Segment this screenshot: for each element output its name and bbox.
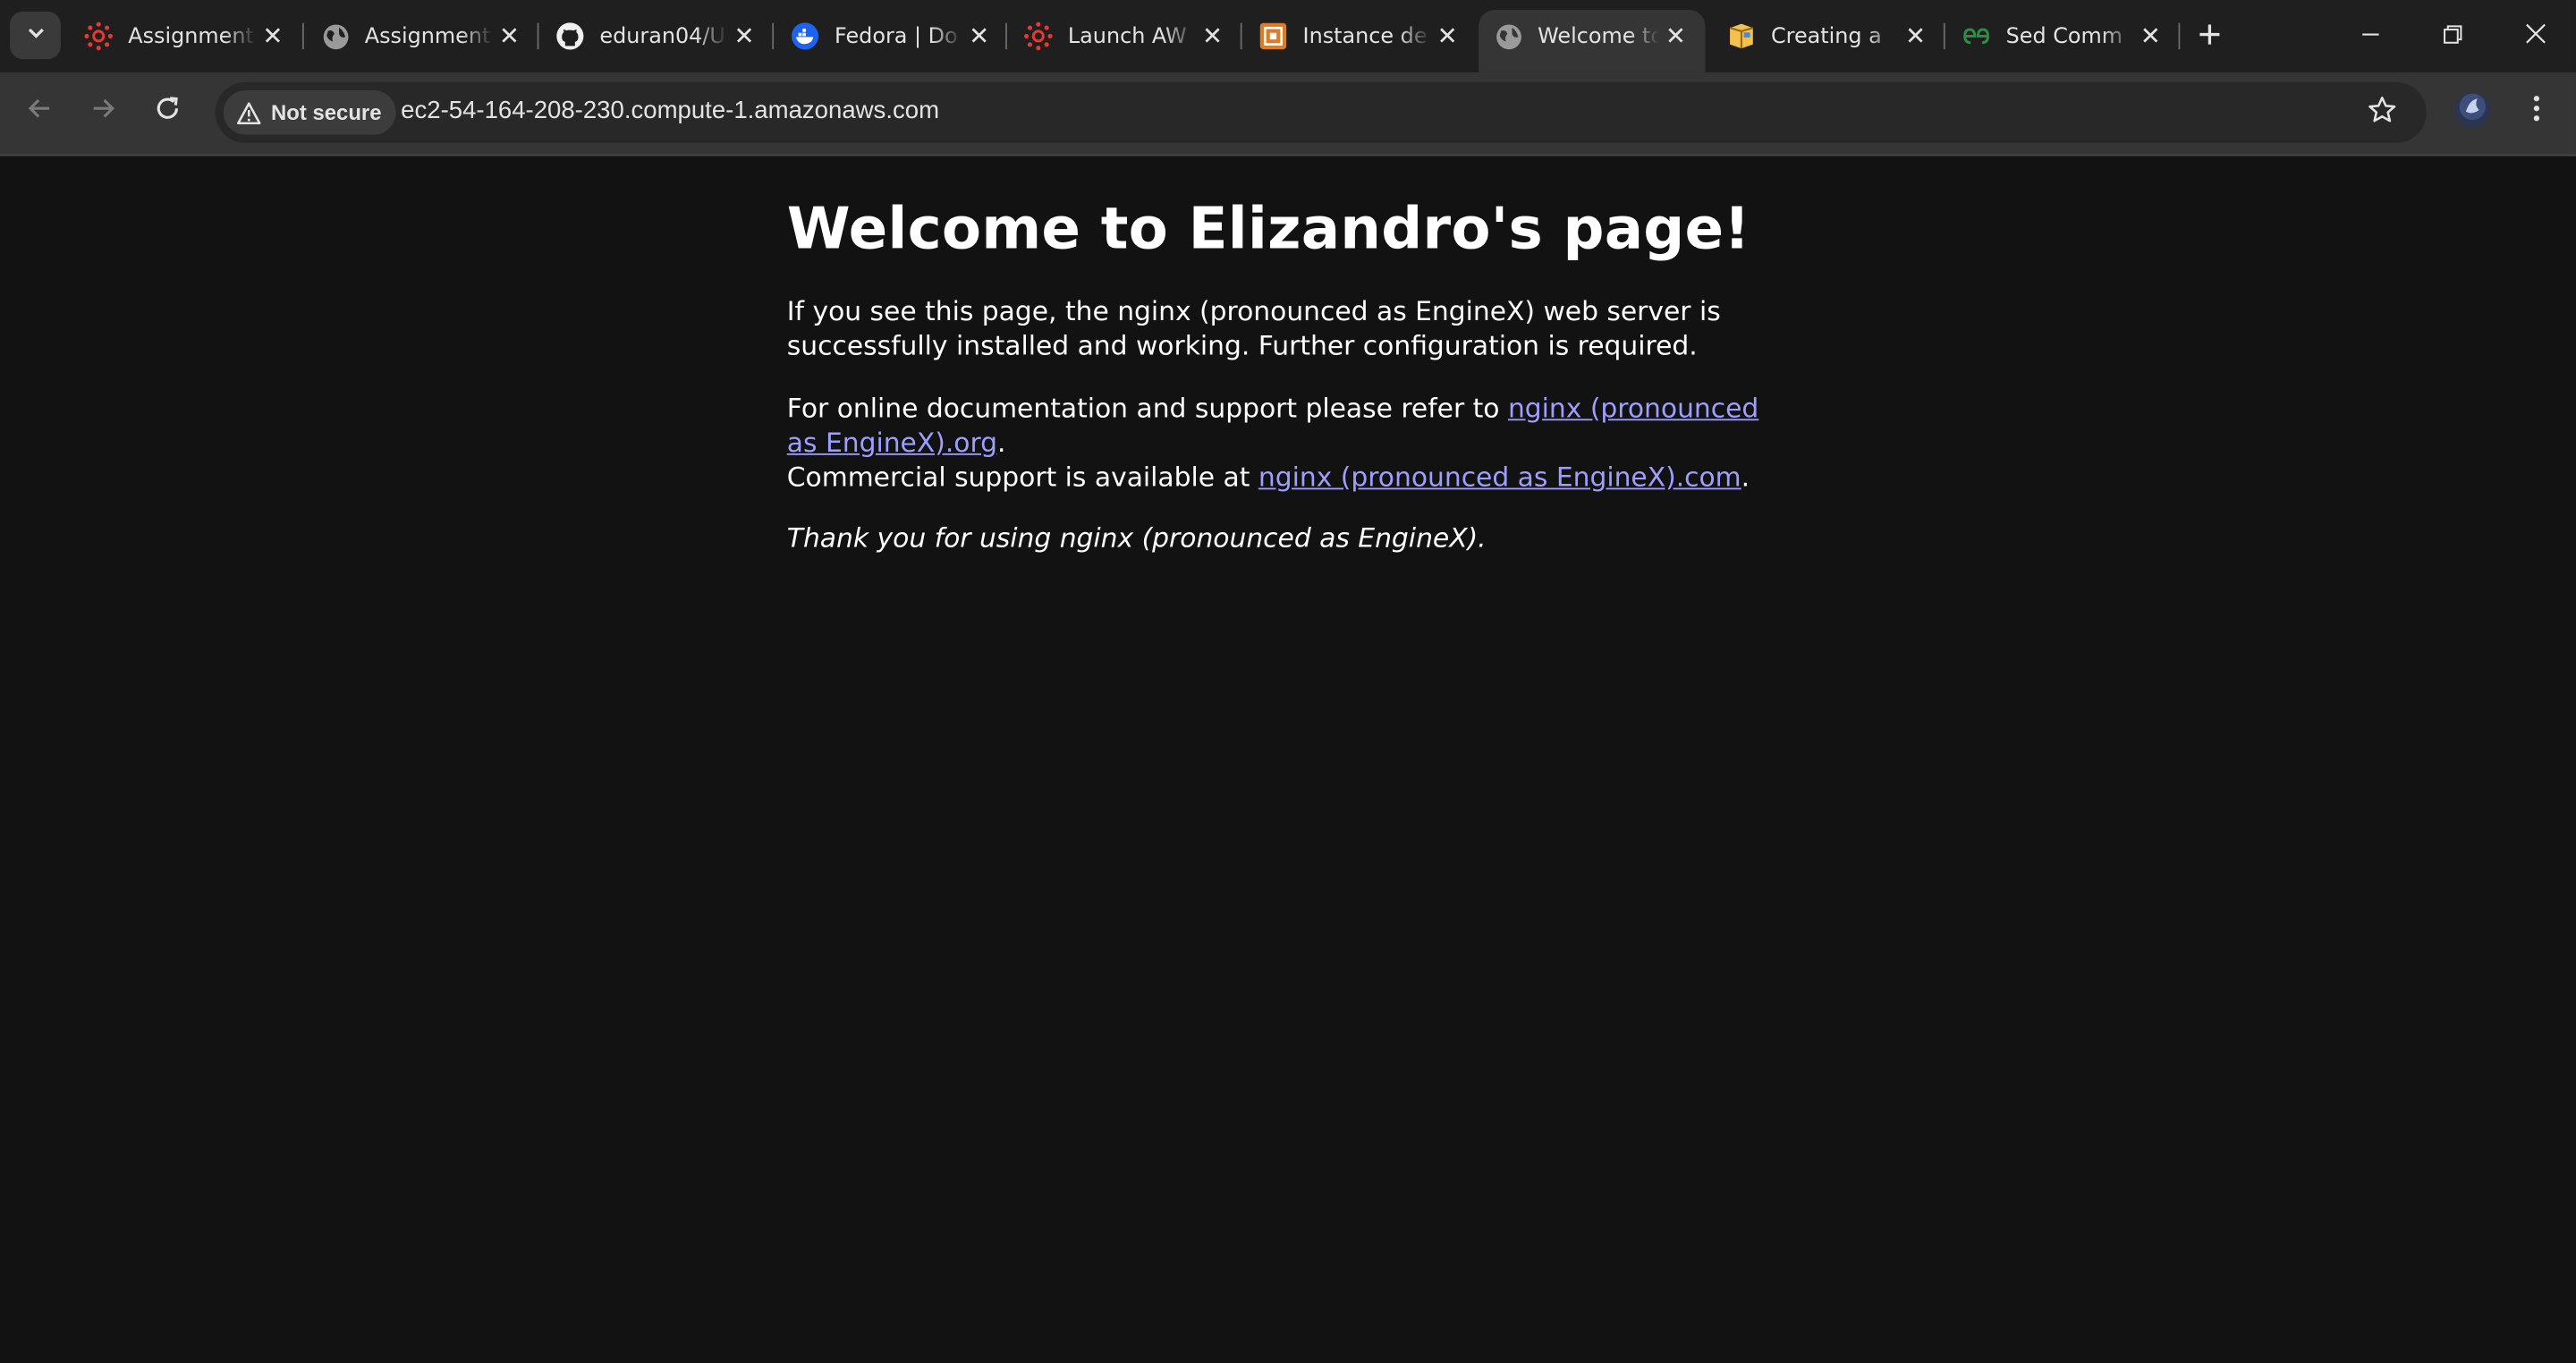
tab-6-active[interactable]: Welcome to ✕	[1479, 10, 1706, 72]
canvas-icon	[84, 21, 114, 51]
tab-title: Launch AW	[1067, 23, 1187, 49]
intro-paragraph: If you see this page, the nginx (pronoun…	[786, 295, 1721, 362]
reload-button[interactable]	[143, 87, 192, 136]
forward-button[interactable]	[79, 87, 128, 136]
tab-4[interactable]: Launch AW ✕	[1009, 10, 1242, 63]
aws-ec2-icon	[1258, 21, 1288, 51]
globe-icon	[1494, 21, 1523, 51]
page-viewport: Welcome to Elizandro's page! If you see …	[0, 156, 2576, 1363]
plus-icon	[2199, 14, 2222, 55]
window-close-button[interactable]	[2494, 0, 2576, 72]
tab-separator	[1943, 22, 1945, 50]
docker-icon	[790, 21, 819, 51]
bookmark-star-button[interactable]	[2364, 96, 2400, 131]
restore-icon	[2443, 21, 2462, 51]
docs-prefix: For online documentation and support ple…	[786, 392, 1508, 424]
tab-title: Welcome to	[1538, 23, 1660, 49]
tab-3[interactable]: Fedora | Do ✕	[775, 10, 1009, 63]
nginx-com-link[interactable]: nginx (pronounced as EngineX).com	[1258, 461, 1741, 493]
minimize-icon	[2360, 21, 2380, 51]
tab-7[interactable]: Creating a ✕	[1712, 10, 1945, 63]
toolbar: Not secure ec2-54-164-208-230.compute-1.…	[0, 72, 2576, 157]
thanks-paragraph: Thank you for using nginx (pronounced as…	[787, 521, 1773, 556]
tab-5[interactable]: Instance de ✕	[1243, 10, 1477, 63]
commercial-prefix: Commercial support is available at	[786, 461, 1258, 494]
globe-icon	[320, 21, 350, 51]
chevron-down-icon	[25, 23, 45, 48]
reload-icon	[155, 96, 181, 129]
tab-title: Creating a	[1770, 23, 1882, 49]
back-button[interactable]	[15, 87, 64, 136]
warning-icon	[236, 101, 261, 124]
close-icon[interactable]: ✕	[1196, 20, 1229, 53]
star-icon	[2368, 96, 2397, 131]
nginx-welcome-content: Welcome to Elizandro's page! If you see …	[787, 156, 1773, 556]
profile-avatar[interactable]	[2454, 91, 2491, 129]
tab-separator	[2178, 22, 2181, 50]
tab-title: Assignment	[364, 23, 491, 49]
close-icon[interactable]: ✕	[257, 20, 290, 53]
tab-separator	[1005, 22, 1007, 50]
tab-8[interactable]: Sed Comm ✕	[1947, 10, 2181, 63]
arrow-right-icon	[90, 96, 116, 129]
tab-separator	[301, 22, 304, 50]
restore-button[interactable]	[2411, 0, 2494, 72]
tab-title: Fedora | Do	[835, 23, 958, 49]
close-icon[interactable]: ✕	[2134, 20, 2167, 53]
close-icon[interactable]: ✕	[1899, 20, 1932, 53]
github-icon	[555, 21, 585, 51]
tab-0[interactable]: Assignment ✕	[69, 10, 302, 63]
close-icon[interactable]: ✕	[1659, 20, 1692, 53]
close-icon	[2524, 21, 2546, 51]
support-paragraph: For online documentation and support ple…	[787, 390, 1773, 495]
close-icon[interactable]: ✕	[728, 20, 761, 53]
package-icon	[1726, 21, 1756, 51]
tab-title: Assignment	[128, 23, 254, 49]
more-vertical-icon	[2531, 94, 2541, 130]
tab-separator	[537, 22, 539, 50]
address-bar[interactable]: Not secure ec2-54-164-208-230.compute-1.…	[215, 81, 2427, 143]
tab-title: Instance de	[1302, 23, 1428, 49]
close-icon[interactable]: ✕	[493, 20, 526, 53]
tab-separator	[772, 22, 775, 50]
close-icon[interactable]: ✕	[962, 20, 996, 53]
arrow-left-icon	[26, 96, 52, 129]
avatar-icon	[2458, 92, 2487, 128]
security-label: Not secure	[271, 100, 382, 125]
tab-title: eduran04/U	[599, 23, 725, 49]
tab-2[interactable]: eduran04/U ✕	[540, 10, 774, 63]
geeksforgeeks-icon	[1962, 21, 1991, 51]
thanks-text: Thank you for using nginx (pronounced as…	[786, 522, 1487, 555]
commercial-suffix: .	[1741, 461, 1750, 494]
new-tab-button[interactable]	[2191, 16, 2227, 52]
browser-menu-button[interactable]	[2517, 87, 2556, 136]
tab-search-button[interactable]	[10, 11, 61, 60]
minimize-button[interactable]	[2329, 0, 2411, 72]
browser-window: Assignment ✕ Assignment ✕ eduran04/U ✕ F…	[0, 0, 2576, 1363]
url-text[interactable]: ec2-54-164-208-230.compute-1.amazonaws.c…	[401, 97, 939, 124]
page-heading: Welcome to Elizandro's page!	[786, 197, 1750, 263]
tab-1[interactable]: Assignment ✕	[306, 10, 539, 63]
docs-suffix: .	[997, 427, 1006, 459]
canvas-icon	[1023, 21, 1053, 51]
close-icon[interactable]: ✕	[1431, 20, 1464, 53]
tab-strip: Assignment ✕ Assignment ✕ eduran04/U ✕ F…	[0, 0, 2576, 72]
tab-separator	[1240, 22, 1242, 50]
security-chip[interactable]: Not secure	[223, 90, 397, 135]
tab-title: Sed Comm	[2005, 23, 2123, 49]
